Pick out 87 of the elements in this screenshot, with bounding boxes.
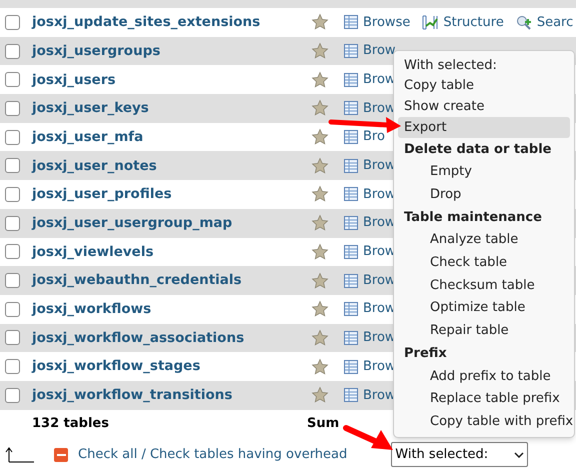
menu-option[interactable]: Check table bbox=[398, 252, 570, 274]
table-icon bbox=[344, 360, 358, 374]
table-name-link[interactable]: josxj_user_notes bbox=[32, 156, 311, 176]
table-icon bbox=[344, 158, 358, 173]
star-icon[interactable] bbox=[311, 214, 329, 232]
table-icon bbox=[344, 130, 358, 144]
table-name-link[interactable]: josxj_usergroups bbox=[32, 40, 311, 62]
table-name-link[interactable]: josxj_viewlevels bbox=[32, 242, 311, 262]
table-name-link[interactable]: josxj_workflows bbox=[32, 299, 311, 320]
row-checkbox[interactable] bbox=[5, 359, 20, 374]
chevron-down-icon bbox=[514, 452, 524, 458]
star-icon[interactable] bbox=[311, 358, 329, 376]
table-name-link[interactable]: josxj_webauthn_credentials bbox=[32, 270, 311, 291]
arrow-up-icon bbox=[5, 446, 35, 463]
star-icon[interactable] bbox=[311, 242, 329, 261]
menu-group-label: Delete data or table bbox=[403, 140, 552, 159]
table-icon bbox=[344, 302, 358, 316]
table-icon bbox=[344, 101, 358, 116]
table-name-link[interactable]: josxj_users bbox=[32, 70, 311, 90]
star-icon[interactable] bbox=[311, 156, 329, 175]
check-all-link[interactable]: Check all / Check tables having overhead bbox=[78, 444, 348, 464]
row-checkbox[interactable] bbox=[5, 72, 20, 88]
star-icon[interactable] bbox=[311, 128, 329, 146]
with-selected-select[interactable]: With selected: bbox=[391, 442, 528, 468]
action-link[interactable]: Bro bbox=[363, 127, 385, 147]
table-name-link[interactable]: josxj_user_usergroup_map bbox=[32, 213, 311, 234]
table-icon bbox=[344, 330, 358, 345]
row-checkbox[interactable] bbox=[5, 330, 20, 346]
star-icon[interactable] bbox=[311, 13, 329, 32]
table-icon bbox=[344, 72, 358, 87]
table-name-link[interactable]: josxj_workflow_associations bbox=[32, 328, 311, 348]
action-link[interactable]: Structure bbox=[443, 12, 504, 32]
row-checkbox[interactable] bbox=[5, 158, 20, 174]
table-icon bbox=[344, 187, 358, 202]
row-checkbox[interactable] bbox=[5, 216, 20, 231]
table-count: 132 tables bbox=[32, 414, 110, 433]
row-checkbox[interactable] bbox=[5, 186, 20, 202]
menu-option[interactable]: Add prefix to table bbox=[398, 364, 570, 388]
menu-group-label: Prefix bbox=[403, 344, 448, 363]
star-icon[interactable] bbox=[311, 99, 329, 118]
table-icon bbox=[344, 15, 358, 30]
table-name-link[interactable]: josxj_workflow_stages bbox=[32, 356, 311, 377]
row-checkbox[interactable] bbox=[5, 388, 20, 403]
menu-option[interactable]: Copy table bbox=[398, 76, 570, 97]
row-checkbox[interactable] bbox=[5, 130, 20, 145]
table-icon bbox=[344, 274, 358, 288]
star-icon[interactable] bbox=[311, 386, 329, 404]
row-checkbox[interactable] bbox=[5, 100, 20, 116]
row-checkbox[interactable] bbox=[5, 244, 20, 260]
menu-option[interactable]: Optimize table bbox=[398, 296, 570, 320]
structure-icon bbox=[422, 14, 438, 30]
menu-option[interactable]: Export bbox=[398, 117, 570, 138]
table-icon bbox=[344, 216, 358, 230]
table-name-link[interactable]: josxj_user_keys bbox=[32, 98, 311, 119]
sum-label: Sum bbox=[307, 414, 340, 433]
table-name-link[interactable]: josxj_workflow_transitions bbox=[32, 385, 311, 406]
checkbox-partial-icon[interactable] bbox=[54, 448, 68, 462]
star-icon[interactable] bbox=[311, 185, 329, 204]
star-icon[interactable] bbox=[311, 70, 329, 89]
menu-option[interactable]: With selected: bbox=[398, 55, 570, 76]
search-icon bbox=[516, 14, 532, 30]
table-name-link[interactable]: josxj_update_sites_extensions bbox=[32, 12, 311, 32]
menu-option[interactable]: Repair table bbox=[398, 320, 570, 342]
row-checkbox[interactable] bbox=[5, 302, 20, 317]
action-link[interactable]: Brow bbox=[363, 41, 396, 61]
action-link[interactable]: Searc bbox=[536, 12, 574, 32]
row-checkbox[interactable] bbox=[5, 14, 20, 30]
star-icon[interactable] bbox=[311, 272, 329, 290]
menu-option[interactable]: Analyze table bbox=[398, 228, 570, 252]
menu-option[interactable]: Copy table with prefix bbox=[398, 410, 570, 433]
menu-option[interactable]: Replace table prefix bbox=[398, 388, 570, 410]
menu-option[interactable]: Show create bbox=[398, 96, 570, 118]
table-name-link[interactable]: josxj_user_mfa bbox=[32, 126, 311, 148]
row-checkbox[interactable] bbox=[5, 44, 20, 59]
row-checkbox[interactable] bbox=[5, 273, 20, 288]
table-icon bbox=[344, 244, 358, 259]
table-icon bbox=[344, 44, 358, 58]
star-icon[interactable] bbox=[311, 300, 329, 318]
menu-option[interactable]: Drop bbox=[398, 183, 570, 206]
star-icon[interactable] bbox=[311, 42, 329, 60]
star-icon[interactable] bbox=[311, 328, 329, 347]
table-icon bbox=[344, 388, 358, 402]
menu-group-label: Table maintenance bbox=[403, 208, 543, 227]
action-link[interactable]: Browse bbox=[363, 12, 410, 32]
table-name-link[interactable]: josxj_user_profiles bbox=[32, 184, 311, 205]
menu-option[interactable]: Empty bbox=[398, 160, 570, 184]
menu-option[interactable]: Checksum table bbox=[398, 274, 570, 297]
